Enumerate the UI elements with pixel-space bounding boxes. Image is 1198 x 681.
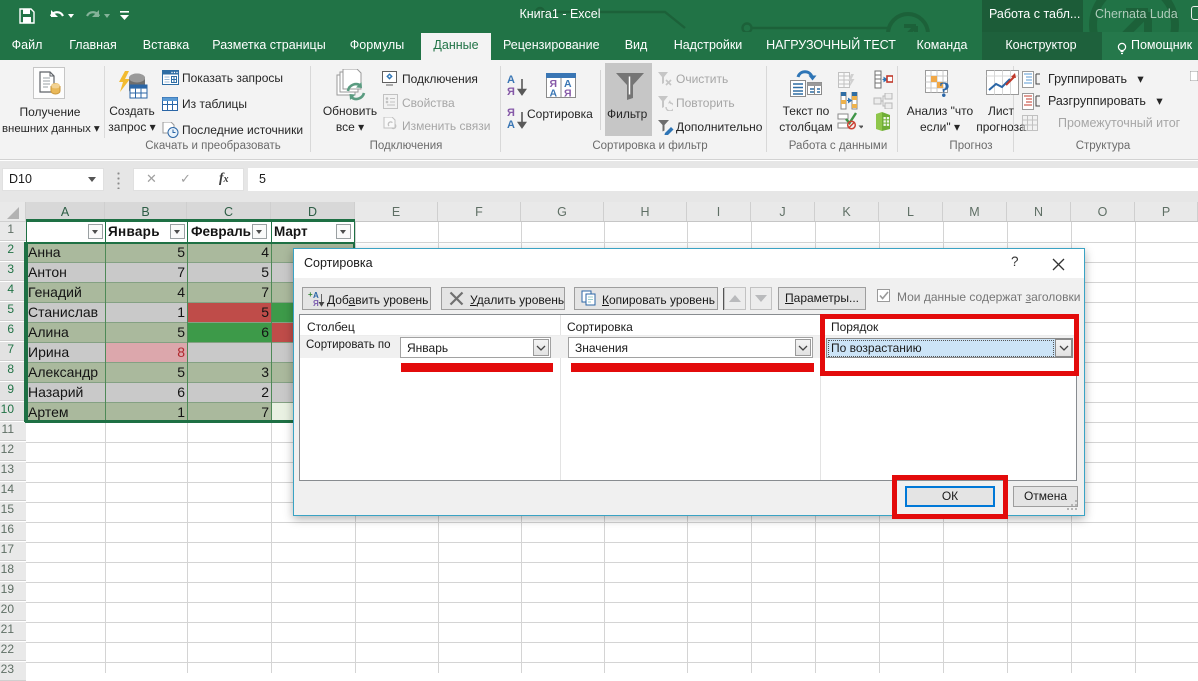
svg-text:А: А: [550, 88, 558, 99]
svg-text:А: А: [507, 74, 515, 86]
svg-text:Я: Я: [507, 107, 515, 119]
svg-text:?: ?: [939, 77, 950, 99]
svg-text:Я: Я: [507, 86, 515, 96]
svg-text:А: А: [507, 119, 515, 129]
svg-text:Я: Я: [313, 299, 319, 307]
svg-text:Я: Я: [564, 88, 572, 99]
